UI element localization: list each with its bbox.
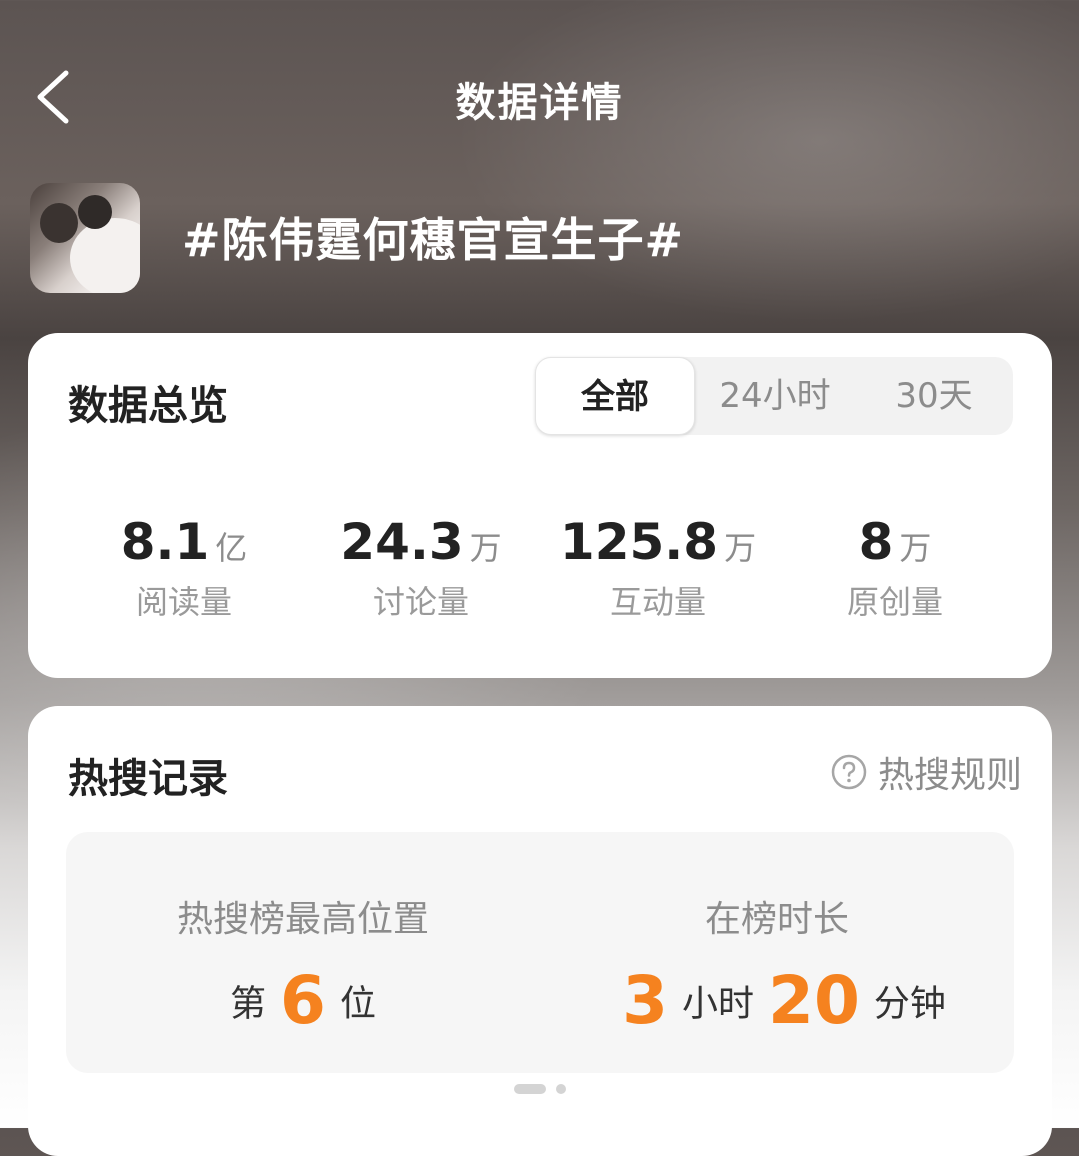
page-indicator-dot (556, 1084, 566, 1094)
page-indicator-active (514, 1084, 546, 1094)
stat-value: 125.8 (559, 513, 719, 571)
tab-24-hours[interactable]: 24小时 (695, 357, 855, 435)
stat-label: 讨论量 (372, 583, 469, 621)
overview-heading: 数据总览 (68, 383, 228, 429)
stat-label: 阅读量 (135, 583, 232, 621)
duration-minutes: 20 (768, 962, 860, 1039)
peak-suffix: 位 (339, 983, 376, 1025)
hot-search-rules-label: 热搜规则 (877, 755, 1022, 796)
peak-position-label: 热搜榜最高位置 (176, 899, 429, 940)
stat-value: 24.3 (340, 513, 464, 571)
peak-number: 6 (280, 962, 326, 1039)
hot-search-card: 热搜记录 热搜规则 热搜榜最高位置 第6位 在榜时长 3 小时 20 分钟 (28, 706, 1052, 1156)
stat-label: 原创量 (846, 583, 943, 621)
help-circle-icon (831, 754, 867, 790)
duration-minutes-unit: 分钟 (873, 983, 946, 1025)
stat-interaction-count: 125.8 万 互动量 (540, 513, 776, 623)
duration-label: 在榜时长 (704, 899, 849, 940)
time-range-tabs: 全部 24小时 30天 (535, 357, 1013, 435)
overview-card: 数据总览 全部 24小时 30天 8.1 亿 阅读量 24.3 万 讨论量 125.… (28, 333, 1052, 678)
topic-thumbnail (30, 183, 140, 293)
stat-value: 8 (858, 513, 894, 571)
stat-label: 互动量 (609, 583, 706, 621)
hot-search-heading: 热搜记录 (68, 756, 228, 802)
stat-unit: 亿 (215, 529, 248, 567)
stat-unit: 万 (469, 529, 502, 567)
peak-prefix: 第 (230, 983, 267, 1025)
peak-position-value: 第6位 (66, 962, 540, 1039)
duration-hours-unit: 小时 (682, 983, 755, 1025)
stat-read-count: 8.1 亿 阅读量 (66, 513, 302, 623)
hot-search-rules-link[interactable]: 热搜规则 (830, 746, 1022, 798)
tab-30-days[interactable]: 30天 (855, 357, 1013, 435)
stat-discussion-count: 24.3 万 讨论量 (303, 513, 539, 623)
stat-value: 8.1 (120, 513, 210, 571)
stat-unit: 万 (899, 529, 932, 567)
duration-hours: 3 (622, 962, 669, 1039)
duration-value: 3 小时 20 分钟 (540, 962, 1014, 1039)
hot-search-stats-box: 热搜榜最高位置 第6位 在榜时长 3 小时 20 分钟 (66, 832, 1014, 1073)
page-title: 数据详情 (455, 80, 624, 126)
stat-original-count: 8万 原创量 (777, 513, 1013, 623)
stat-unit: 万 (724, 529, 757, 567)
topic-title: #陈伟霆何穗官宣生子# (182, 213, 685, 267)
tab-all[interactable]: 全部 (535, 357, 695, 435)
